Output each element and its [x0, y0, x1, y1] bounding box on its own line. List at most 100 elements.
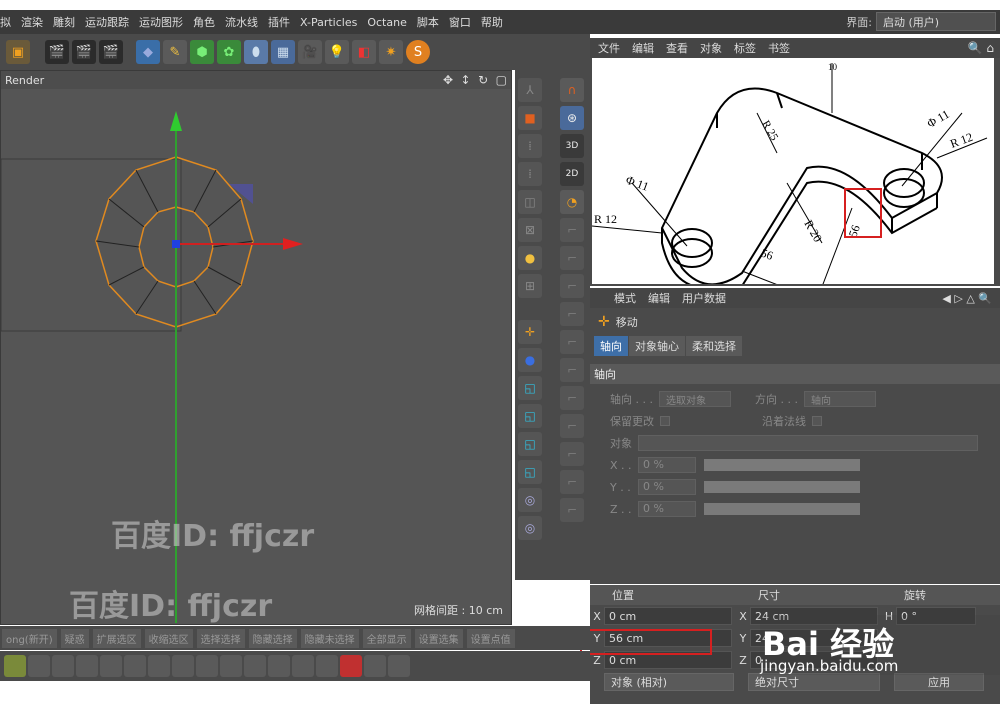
bottom-tool-icon-13[interactable] [292, 655, 314, 677]
bb-item-4[interactable]: 收缩选区 [144, 628, 193, 648]
render-settings-icon[interactable]: 🎬 [99, 40, 123, 64]
menu-item-pipeline[interactable]: 流水线 [225, 14, 258, 30]
axis-xyz-icon[interactable]: ● [518, 246, 542, 270]
attr-menu-mode[interactable]: 模式 [614, 290, 636, 306]
search-attr-icon[interactable]: 🔍 [978, 292, 992, 305]
bottom-tool-icon-17[interactable] [388, 655, 410, 677]
guide-icon[interactable]: ⌐ [560, 442, 584, 466]
y-percent-field[interactable]: 0 % [638, 479, 696, 495]
bb-item-8[interactable]: 全部显示 [362, 628, 411, 648]
bottom-tool-icon-1[interactable] [4, 655, 26, 677]
bb-item-9[interactable]: 设置选集 [414, 628, 463, 648]
floor-icon[interactable]: ▦ [271, 40, 295, 64]
menu-view[interactable]: 查看 [666, 40, 688, 56]
zoom-view-icon[interactable]: ↕ [461, 73, 471, 87]
menu-item-script[interactable]: 脚本 [417, 14, 439, 30]
menu-item-character[interactable]: 角色 [193, 14, 215, 30]
size-mode-dropdown[interactable]: 绝对尺寸 [748, 673, 880, 691]
move-view-icon[interactable]: ✥ [443, 73, 453, 87]
connect-icon[interactable]: ◱ [518, 404, 542, 428]
workplane-icon[interactable]: ◔ [560, 190, 584, 214]
bottom-tag-icon[interactable] [340, 655, 362, 677]
dynamic-guide-icon[interactable]: ⌐ [560, 470, 584, 494]
render-picture-viewer-icon[interactable]: 🎬 [72, 40, 96, 64]
attr-menu-edit[interactable]: 编辑 [648, 290, 670, 306]
object-icon[interactable]: ▣ [6, 40, 30, 64]
snap-edge-icon[interactable]: ⌐ [560, 246, 584, 270]
y-slider[interactable] [704, 481, 860, 493]
bottom-tool-icon-8[interactable] [172, 655, 194, 677]
coord-mode-dropdown[interactable]: 对象 (相对) [604, 673, 734, 691]
bottom-tool-icon-2[interactable] [28, 655, 50, 677]
bb-item-6[interactable]: 隐藏选择 [248, 628, 297, 648]
apply-button[interactable]: 应用 [894, 673, 984, 691]
menu-item-plugins[interactable]: 插件 [268, 14, 290, 30]
deformer-icon[interactable]: ⬮ [244, 40, 268, 64]
x-slider[interactable] [704, 459, 860, 471]
z-slider[interactable] [704, 503, 860, 515]
home-icon[interactable]: ⌂ [986, 41, 994, 55]
instance-icon[interactable]: ◱ [518, 460, 542, 484]
lod-icon[interactable]: ◎ [518, 516, 542, 540]
bottom-tool-icon-14[interactable] [316, 655, 338, 677]
menu-item-window[interactable]: 窗口 [449, 14, 471, 30]
axis-dropdown[interactable]: 选取对象 [658, 391, 731, 407]
snap-polygon-icon[interactable]: ⌐ [560, 274, 584, 298]
tab-axis[interactable]: 轴向 [594, 336, 628, 356]
direction-dropdown[interactable]: 轴向 [803, 391, 876, 407]
layout-dropdown[interactable]: 启动 (用户) [876, 12, 996, 31]
bb-item-5[interactable]: 选择选择 [196, 628, 245, 648]
snap-icon[interactable]: ⊛ [560, 106, 584, 130]
search-icon[interactable]: 🔍 [968, 41, 983, 55]
quantize-icon[interactable]: ⌐ [560, 414, 584, 438]
render-view-icon[interactable]: 🎬 [45, 40, 69, 64]
object-link-field[interactable] [638, 435, 978, 451]
bottom-tool-icon-11[interactable] [244, 655, 266, 677]
material-icon[interactable]: ● [518, 348, 542, 372]
metaball-icon[interactable]: ◎ [518, 488, 542, 512]
bb-item-1[interactable]: ong(新开) [2, 628, 57, 648]
snap-3d-icon[interactable]: 3D [560, 134, 584, 158]
bottom-tool-icon-16[interactable] [364, 655, 386, 677]
position-x-field[interactable]: 0 cm [604, 607, 732, 625]
menu-edit[interactable]: 编辑 [632, 40, 654, 56]
bottom-tool-icon-5[interactable] [100, 655, 122, 677]
snap-2d-icon[interactable]: 2D [560, 162, 584, 186]
back-arrow-icon[interactable]: ◀ [942, 292, 950, 305]
xpresso-icon[interactable]: ✷ [379, 40, 403, 64]
bb-item-7[interactable]: 隐藏未选择 [300, 628, 359, 648]
x-percent-field[interactable]: 0 % [638, 457, 696, 473]
magnet-icon[interactable]: ∩ [560, 78, 584, 102]
select-tool-icon[interactable]: ⅄ [518, 78, 542, 102]
menu-item-mograph[interactable]: 运动图形 [139, 14, 183, 30]
symmetry-icon[interactable]: ◱ [518, 432, 542, 456]
boole-icon[interactable]: ◱ [518, 376, 542, 400]
bottom-tool-icon-6[interactable] [124, 655, 146, 677]
tag-icon[interactable]: ◧ [352, 40, 376, 64]
up-arrow-icon[interactable]: △ [966, 292, 974, 305]
plugin-s-icon[interactable]: S [406, 40, 430, 64]
snap-grid-icon[interactable]: ⌐ [560, 386, 584, 410]
menu-file[interactable]: 文件 [598, 40, 620, 56]
bottom-tool-icon-4[interactable] [76, 655, 98, 677]
snap-point-icon[interactable]: ⌐ [560, 218, 584, 242]
snap-midpoint-icon[interactable]: ⌐ [560, 358, 584, 382]
bottom-tool-icon-7[interactable] [148, 655, 170, 677]
edges-mode-icon[interactable]: ⁞ [518, 162, 542, 186]
move-tool-icon[interactable]: ✛ [518, 320, 542, 344]
keep-changes-checkbox[interactable] [660, 416, 670, 426]
along-normal-checkbox[interactable] [812, 416, 822, 426]
menu-item-simulate[interactable]: 拟 [0, 14, 11, 30]
snap-spline-icon[interactable]: ⌐ [560, 302, 584, 326]
texture-mode-icon[interactable]: ⊞ [518, 274, 542, 298]
forward-arrow-icon[interactable]: ▷ [954, 292, 962, 305]
bb-item-2[interactable]: 疑惑 [60, 628, 89, 648]
menu-item-sculpt[interactable]: 雕刻 [53, 14, 75, 30]
menu-item-octane[interactable]: Octane [367, 16, 407, 29]
menu-item-help[interactable]: 帮助 [481, 14, 503, 30]
z-percent-field[interactable]: 0 % [638, 501, 696, 517]
menu-item-x-particles[interactable]: X-Particles [300, 16, 357, 29]
cube-icon[interactable]: ◆ [136, 40, 160, 64]
bottom-tool-icon-3[interactable] [52, 655, 74, 677]
camera-icon[interactable]: 🎥 [298, 40, 322, 64]
